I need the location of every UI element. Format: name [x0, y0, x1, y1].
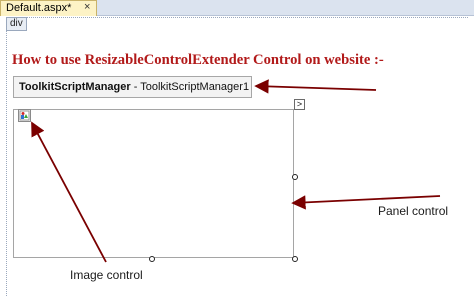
image-arrow [31, 121, 107, 263]
panel-arrow [291, 195, 441, 210]
panel-control-annotation: Panel control [378, 204, 449, 218]
image-control-annotation: Image control [70, 268, 143, 282]
annotation-arrows [31, 79, 441, 263]
script-manager-arrow [254, 79, 377, 94]
